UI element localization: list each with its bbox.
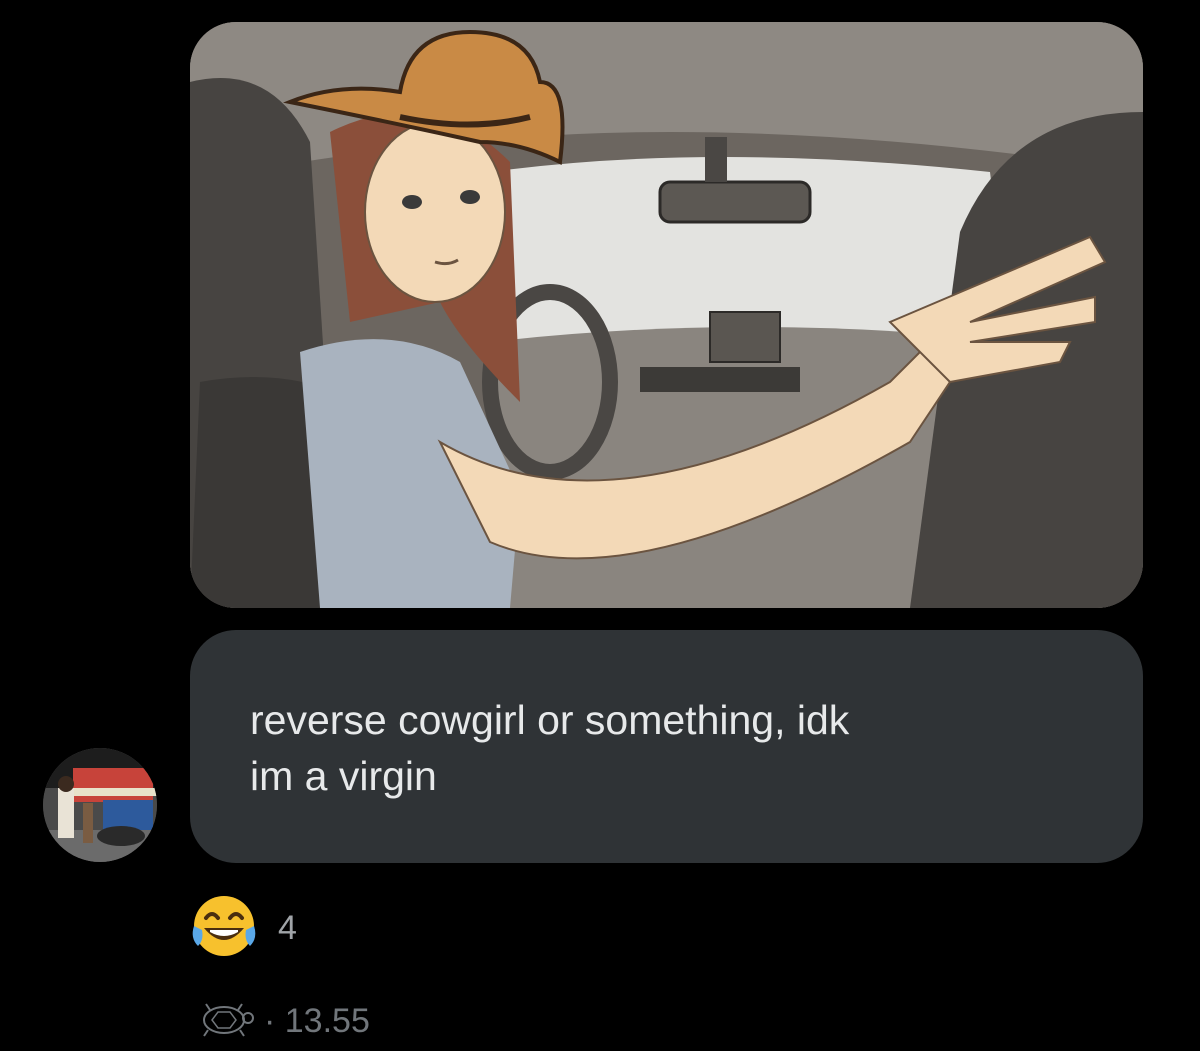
message-timestamp: · 13.55 <box>264 1001 370 1040</box>
message-text: reverse cowgirl or something, idk im a v… <box>250 697 850 799</box>
avatar[interactable] <box>43 748 157 862</box>
reaction-count: 4 <box>278 908 297 947</box>
face-with-tears-of-joy-icon <box>188 890 260 967</box>
reaction-summary[interactable]: 4 <box>188 893 297 963</box>
message-bubble[interactable]: reverse cowgirl or something, idk im a v… <box>190 630 1143 863</box>
turtle-icon <box>194 996 256 1047</box>
message-meta: · 13.55 <box>194 996 370 1046</box>
message-image[interactable] <box>190 22 1143 608</box>
